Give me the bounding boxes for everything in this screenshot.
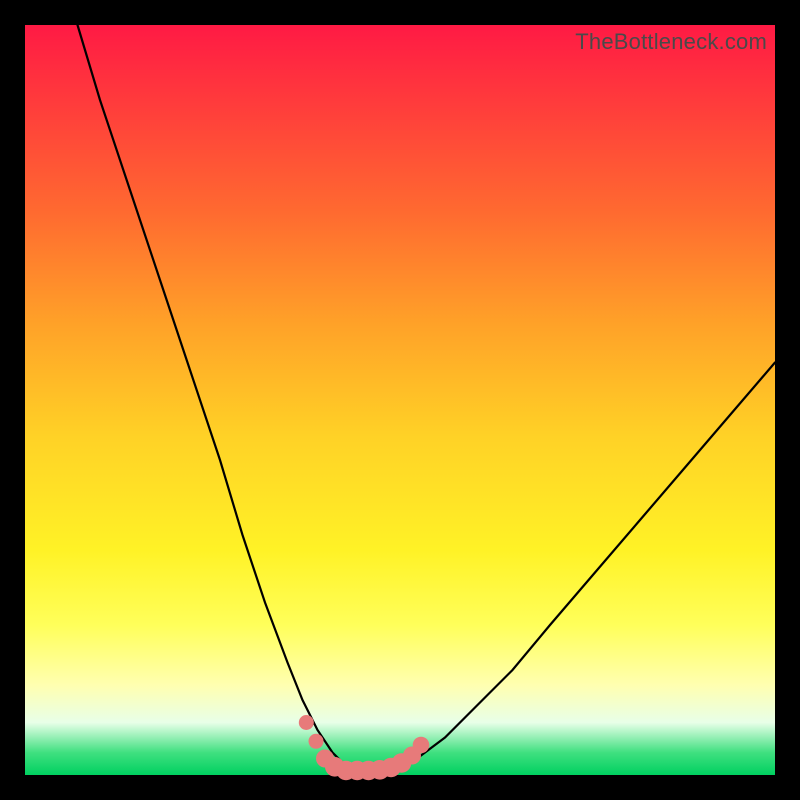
curve-svg	[25, 25, 775, 775]
plot-area: TheBottleneck.com	[25, 25, 775, 775]
marker-dot	[309, 734, 324, 749]
marker-dot	[413, 737, 430, 754]
marker-dot	[299, 715, 314, 730]
bottom-markers	[299, 715, 430, 780]
outer-frame: TheBottleneck.com	[0, 0, 800, 800]
bottleneck-curve	[78, 25, 776, 768]
